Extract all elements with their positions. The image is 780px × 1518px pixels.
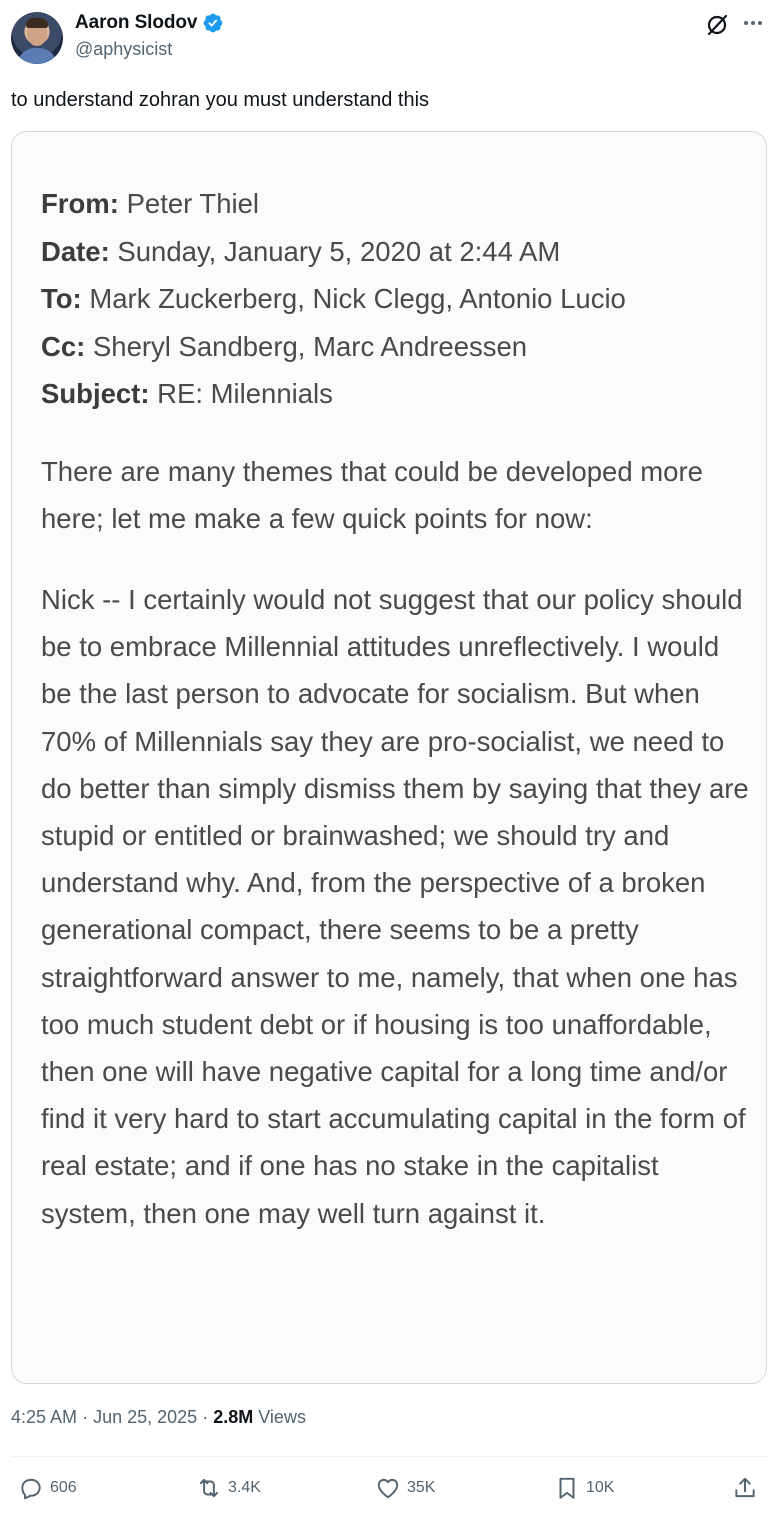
reply-button[interactable]: 606 (18, 1470, 77, 1506)
name-row: Aaron Slodov (75, 11, 224, 35)
display-name[interactable]: Aaron Slodov (75, 12, 197, 34)
verified-badge-icon[interactable] (202, 12, 224, 34)
tweet-meta: 4:25 AM · Jun 25, 2025 · 2.8M Views (11, 1407, 306, 1428)
like-button[interactable]: 35K (375, 1470, 435, 1506)
email-date-label: Date: (41, 235, 110, 267)
email-screenshot-image[interactable]: From: Peter Thiel Date: Sunday, January … (11, 131, 767, 1384)
more-icon[interactable] (740, 10, 766, 36)
reply-count: 606 (50, 1479, 77, 1496)
share-button[interactable] (732, 1470, 758, 1506)
email-paragraph-1: There are many themes that could be deve… (41, 455, 703, 534)
email-date: Date: Sunday, January 5, 2020 at 2:44 AM (41, 228, 751, 276)
avatar-hair (26, 18, 48, 28)
email-content: From: Peter Thiel Date: Sunday, January … (41, 180, 751, 1237)
cut-off-text-fragment (41, 1368, 741, 1374)
bookmark-icon (559, 1477, 575, 1499)
meta-separator: · (82, 1407, 89, 1427)
email-date-value: Sunday, January 5, 2020 at 2:44 AM (117, 235, 561, 267)
email-to-value: Mark Zuckerberg, Nick Clegg, Antonio Luc… (89, 283, 626, 314)
email-cc: Cc: Sheryl Sandberg, Marc Andreessen (41, 323, 751, 371)
avatar[interactable] (11, 12, 63, 64)
tweet-text: to understand zohran you must understand… (11, 89, 430, 111)
email-subject-label: Subject: (41, 378, 150, 409)
email-to-label: To: (41, 283, 82, 314)
email-cc-label: Cc: (41, 330, 86, 362)
grok-icon[interactable] (704, 12, 730, 38)
reply-icon (21, 1478, 41, 1500)
email-subject-value: RE: Milennials (157, 378, 333, 409)
email-from-value: Peter Thiel (126, 188, 260, 219)
email-paragraph-2: Nick -- I certainly would not suggest th… (41, 583, 749, 1229)
like-count: 35K (407, 1479, 436, 1496)
repost-count: 3.4K (228, 1479, 261, 1496)
bookmark-button[interactable]: 10K (554, 1470, 614, 1506)
views-count: 2.8M (213, 1407, 254, 1427)
email-to: To: Mark Zuckerberg, Nick Clegg, Antonio… (41, 275, 751, 323)
views-label: Views (258, 1407, 306, 1427)
bookmark-count: 10K (586, 1479, 615, 1496)
tweet-header: Aaron Slodov @aphysicist (0, 0, 780, 80)
email-subject: Subject: RE: Milennials (41, 370, 751, 418)
share-icon (735, 1477, 755, 1498)
tweet-date[interactable]: Jun 25, 2025 (93, 1407, 197, 1427)
email-cc-value: Sheryl Sandberg, Marc Andreessen (92, 330, 528, 362)
email-from-label: From: (41, 188, 119, 219)
action-bar: 606 3.4K 35K 10K (0, 1470, 780, 1506)
cut-off-text-line (41, 1368, 741, 1383)
divider (11, 1456, 767, 1457)
repost-icon (199, 1478, 219, 1498)
repost-button[interactable]: 3.4K (196, 1470, 261, 1506)
heart-icon (377, 1478, 399, 1499)
email-from: From: Peter Thiel (41, 180, 751, 228)
avatar-shirt (17, 48, 57, 64)
tweet-time[interactable]: 4:25 AM (11, 1407, 77, 1427)
meta-separator: · (202, 1407, 209, 1427)
handle[interactable]: @aphysicist (75, 39, 172, 60)
